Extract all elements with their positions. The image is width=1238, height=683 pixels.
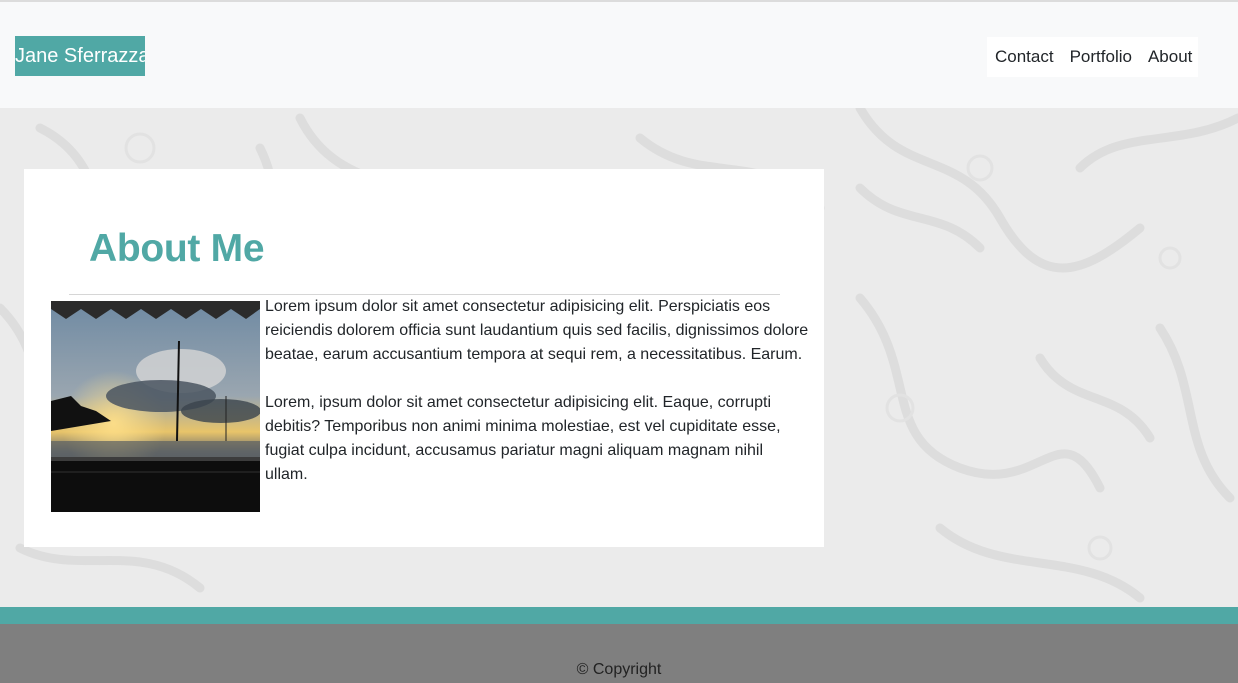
copyright-text: © Copyright <box>576 661 662 678</box>
about-card: About Me Lorem ipsum dolor sit amet cons… <box>24 169 824 547</box>
navbar: Jane Sferrazza Contact Portfolio About <box>0 0 1238 108</box>
footer: © Copyright <box>0 624 1238 683</box>
nav-link-contact[interactable]: Contact <box>995 47 1054 67</box>
nav-menu: Contact Portfolio About <box>987 37 1198 77</box>
about-paragraph-2: Lorem, ipsum dolor sit amet consectetur … <box>265 394 781 483</box>
nav-link-about[interactable]: About <box>1148 47 1192 67</box>
page-title: About Me <box>89 227 265 270</box>
about-paragraph-1: Lorem ipsum dolor sit amet consectetur a… <box>265 298 809 363</box>
profile-photo <box>51 301 260 512</box>
footer-accent-band <box>0 607 1238 624</box>
brand-link[interactable]: Jane Sferrazza <box>15 36 145 76</box>
about-text: Lorem ipsum dolor sit amet consectetur a… <box>265 295 810 511</box>
nav-link-portfolio[interactable]: Portfolio <box>1070 47 1132 67</box>
